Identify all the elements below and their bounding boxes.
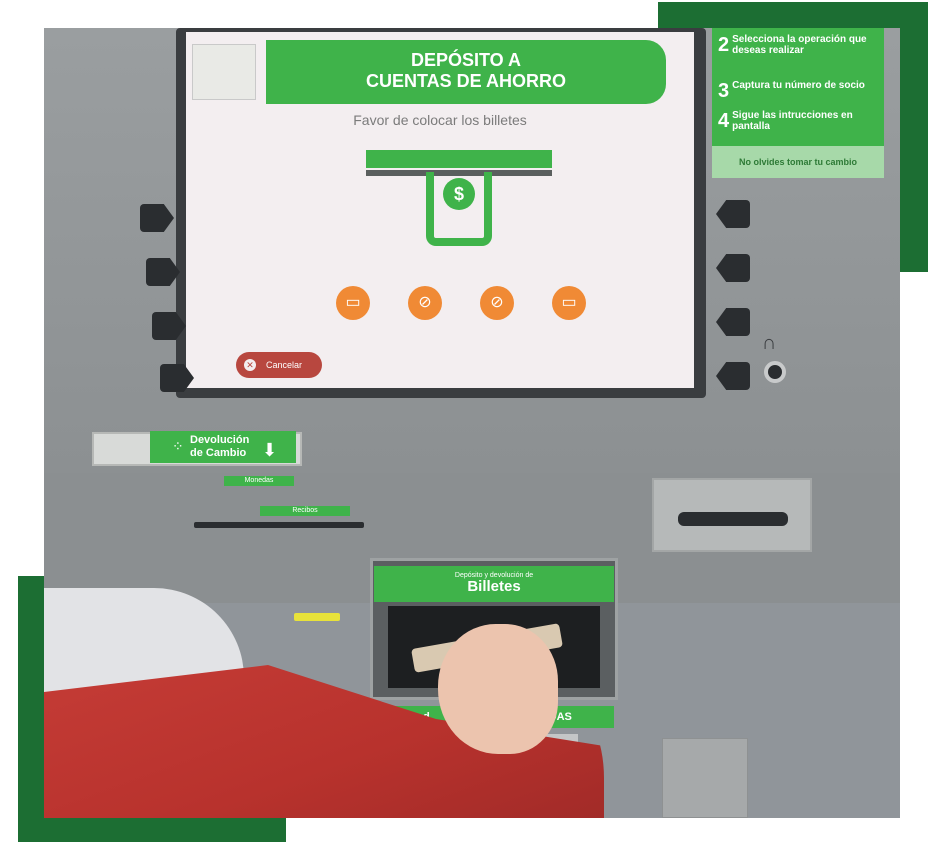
- step-4: 4 Sigue las intrucciones en pantalla: [718, 110, 880, 132]
- change-return-line2: de Cambio: [190, 447, 247, 459]
- atm-screen: DEPÓSITO A CUENTAS DE AHORRO Favor de co…: [186, 32, 694, 388]
- arrow-down-icon: ⬇: [262, 440, 278, 460]
- step-number: 3: [718, 80, 730, 102]
- receipts-label: Recibos: [260, 506, 350, 516]
- coins-label: Monedas: [224, 476, 294, 486]
- instruction-panel: 2 Selecciona la operación que deseas real…: [712, 28, 884, 178]
- status-led: [294, 613, 340, 621]
- step-text: Selecciona la operación que deseas reali…: [732, 34, 867, 56]
- bill-acceptor-title: Billetes: [467, 578, 521, 595]
- screen-title-line2: CUENTAS DE AHORRO: [365, 71, 566, 91]
- step-number: 2: [718, 34, 730, 56]
- bills-icon: ▭: [336, 286, 370, 320]
- close-icon: ✕: [244, 359, 256, 371]
- step-3: 3 Captura tu número de socio: [718, 80, 880, 102]
- receipt-slot[interactable]: [194, 522, 364, 528]
- change-return-line1: Devolución: [190, 434, 250, 446]
- headphone-icon: ∩: [762, 332, 777, 354]
- headphone-jack[interactable]: [764, 361, 786, 383]
- money-icon: $: [443, 178, 475, 210]
- bill-acceptor-label: Depósito y devolución de Billetes: [374, 566, 614, 602]
- atm-photo: DEPÓSITO A CUENTAS DE AHORRO Favor de co…: [44, 28, 900, 818]
- coins-icon: ⁘: [172, 438, 184, 454]
- screen-title-line1: DEPÓSITO A: [410, 50, 522, 70]
- no-coins-icon: ⊘: [480, 286, 514, 320]
- lower-cabinet-panel: [662, 738, 748, 818]
- change-reminder: No olvides tomar tu cambio: [712, 146, 884, 178]
- step-text: Captura tu número de socio: [732, 80, 865, 91]
- hand: [438, 624, 558, 754]
- bank-logo: [192, 44, 256, 100]
- no-clip-icon: ⊘: [408, 286, 442, 320]
- card-slot[interactable]: [678, 512, 788, 526]
- bill-stack-icon: ▭: [552, 286, 586, 320]
- screen-header: DEPÓSITO A CUENTAS DE AHORRO: [266, 40, 666, 104]
- screen-instruction: Favor de colocar los billetes: [353, 112, 527, 128]
- step-number: 4: [718, 110, 730, 132]
- deposit-slot-illustration: [366, 150, 552, 168]
- step-text: Sigue las intrucciones en pantalla: [732, 110, 853, 132]
- step-2: 2 Selecciona la operación que deseas real…: [718, 34, 880, 56]
